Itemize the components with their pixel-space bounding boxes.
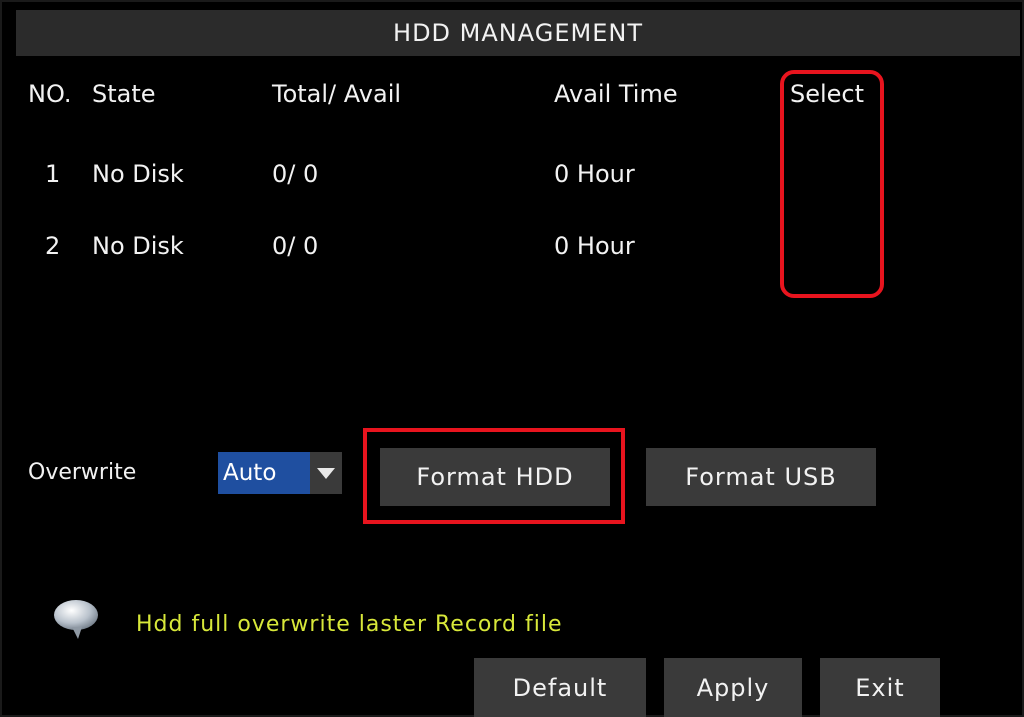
table-row-2-total-avail: 0/ 0 (272, 232, 319, 260)
table-row-2-no: 2 (45, 232, 61, 260)
apply-button[interactable]: Apply (664, 658, 802, 717)
column-header-state: State (92, 80, 156, 108)
default-button[interactable]: Default (474, 658, 646, 717)
table-row-2-state: No Disk (92, 232, 184, 260)
table-row-1-state: No Disk (92, 160, 184, 188)
table-row-1-total-avail: 0/ 0 (272, 160, 319, 188)
overwrite-dropdown[interactable]: Auto (218, 452, 342, 494)
speech-bubble-icon (52, 598, 100, 640)
overwrite-label: Overwrite (28, 460, 137, 485)
overwrite-dropdown-value[interactable]: Auto (218, 452, 310, 494)
window-title: HDD MANAGEMENT (16, 10, 1020, 56)
chevron-down-icon[interactable] (310, 452, 342, 494)
format-usb-button[interactable]: Format USB (646, 448, 876, 506)
hint-text: Hdd full overwrite laster Record file (136, 612, 563, 637)
column-header-avail-time: Avail Time (554, 80, 678, 108)
column-header-total-avail: Total/ Avail (272, 80, 402, 108)
table-row-1-avail-time: 0 Hour (554, 160, 635, 188)
table-row-1-no: 1 (45, 160, 61, 188)
select-column-highlight (780, 70, 884, 298)
format-hdd-highlight (363, 428, 625, 524)
exit-button[interactable]: Exit (820, 658, 940, 717)
table-row-2-avail-time: 0 Hour (554, 232, 635, 260)
column-header-no: NO. (28, 80, 72, 108)
